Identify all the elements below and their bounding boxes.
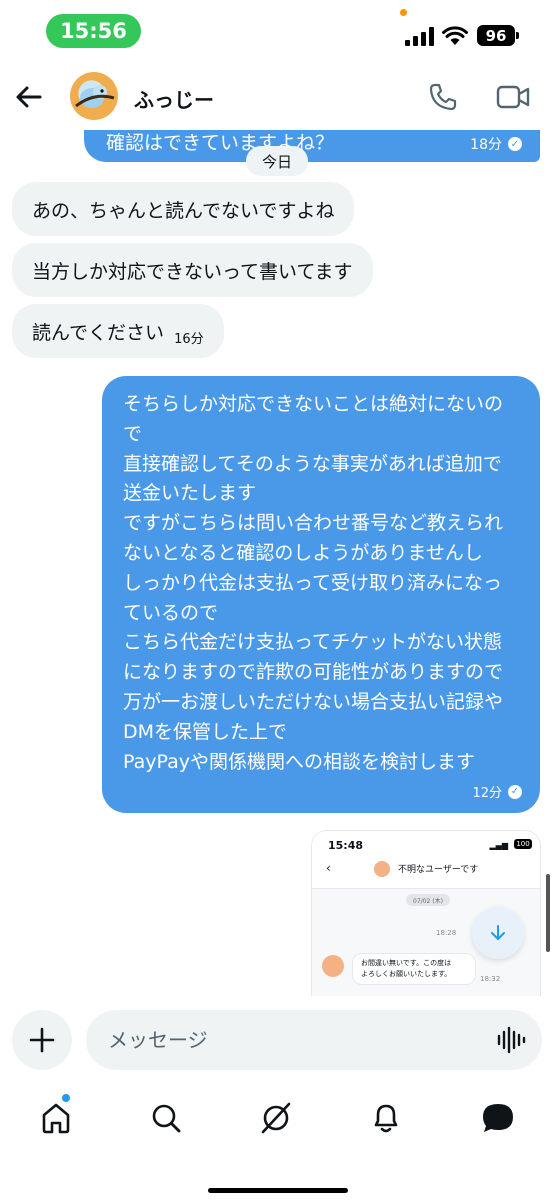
grok-icon xyxy=(261,1102,291,1134)
message-line: ですがこちらは問い合わせ番号など教えられ xyxy=(123,512,504,535)
home-indicator xyxy=(208,1188,348,1193)
scroll-down-icon xyxy=(491,925,505,940)
status-time: 15:56 xyxy=(46,14,141,48)
message-time: 16分 xyxy=(174,331,204,347)
battery-indicator: 96 xyxy=(477,25,519,46)
bottom-tab-bar xyxy=(0,1080,554,1200)
tab-messages[interactable] xyxy=(478,1098,518,1138)
search-icon xyxy=(152,1104,181,1133)
message-line: そちらしか対応できないことは絶対にないの xyxy=(123,393,504,415)
attachment-date-pill: 07/02 (木) xyxy=(406,894,450,906)
image-attachment[interactable]: 15:48 ▂▄▆ 100 ‹ 不明なユーザーです 07/02 (木) 18:2… xyxy=(311,830,541,996)
message-thread[interactable]: 確認はできていますよね？ 18分 ✓ 今日 あの、ちゃんと読んでないですよね 当… xyxy=(0,130,554,996)
attachment-header: 15:48 ▂▄▆ 100 ‹ 不明なユーザーです xyxy=(312,831,540,889)
message-line: で xyxy=(123,422,143,445)
attachment-sent-time: 18:28 xyxy=(436,929,457,937)
tab-search[interactable] xyxy=(146,1098,186,1138)
tab-notifications[interactable] xyxy=(366,1098,406,1138)
back-arrow-icon[interactable] xyxy=(14,82,44,112)
outgoing-message[interactable]: 確認はできていますよね？ 18分 ✓ xyxy=(84,130,540,162)
incoming-message[interactable]: 当方しか対応できないって書いてます xyxy=(12,243,373,297)
message-meta: 18分 ✓ xyxy=(470,134,522,154)
incoming-message[interactable]: 読んでください 16分 xyxy=(12,304,224,358)
contact-name[interactable]: ふっじー xyxy=(134,84,214,113)
message-line: 直接確認してそのような事実があれば追加で xyxy=(123,452,502,475)
signal-icon xyxy=(405,27,435,46)
read-check-icon: ✓ xyxy=(508,137,522,151)
message-line: ないとなると確認のしようがありませんし xyxy=(123,541,483,564)
add-media-button[interactable] xyxy=(12,1010,72,1070)
tab-grok[interactable] xyxy=(256,1098,296,1138)
message-line: DMを保管した上で xyxy=(123,720,288,743)
message-time: 18分 xyxy=(470,137,502,153)
attachment-signal-icon: ▂▄▆ xyxy=(489,841,508,850)
wifi-icon xyxy=(442,26,468,45)
bell-icon xyxy=(374,1104,398,1133)
scrollbar[interactable] xyxy=(546,874,550,952)
attachment-reply-avatar xyxy=(322,955,344,977)
day-divider: 今日 xyxy=(246,146,308,176)
attachment-title: 不明なユーザーです xyxy=(398,865,479,875)
attachment-back-icon: ‹ xyxy=(326,861,331,875)
composer xyxy=(0,996,554,1080)
incoming-message[interactable]: あの、ちゃんと読んでないですよね xyxy=(12,182,355,236)
tab-home[interactable] xyxy=(36,1098,76,1138)
message-text: あの、ちゃんと読んでないですよね xyxy=(32,199,335,222)
message-line: 万が一お渡しいただけない場合支払い記録や xyxy=(123,690,504,713)
message-line: ているので xyxy=(123,601,219,624)
message-line: こちら代金だけ支払ってチケットがない状態 xyxy=(123,631,503,654)
attachment-battery: 100 xyxy=(514,839,532,849)
message-meta: 12分 ✓ xyxy=(472,782,522,801)
attachment-reply-line: よろしくお願いいたします。 xyxy=(361,970,452,978)
attachment-avatar xyxy=(374,861,390,877)
voice-icon[interactable] xyxy=(496,1026,526,1054)
home-icon xyxy=(42,1103,70,1134)
phone-icon[interactable] xyxy=(428,82,458,112)
plus-icon xyxy=(29,1027,55,1053)
privacy-indicator xyxy=(400,9,407,16)
read-check-icon: ✓ xyxy=(508,784,522,799)
status-bar: 15:56 96 xyxy=(0,0,554,64)
avatar[interactable] xyxy=(70,72,118,120)
attachment-reply-time: 18:32 xyxy=(480,975,501,983)
attachment-reply-line: お間違い無いです。この度は xyxy=(361,959,452,967)
message-time: 12分 xyxy=(472,786,502,801)
notification-dot xyxy=(62,1094,70,1102)
outgoing-message-long[interactable]: そちらしか対応できないことは絶対にないの で 直接確認してそのような事実があれば… xyxy=(102,376,540,813)
message-line: PayPayや関係機関への相談を検討します xyxy=(123,750,475,773)
message-text: 当方しか対応できないって書いてます xyxy=(32,260,353,283)
conversation-header: ふっじー xyxy=(0,64,554,130)
message-input[interactable] xyxy=(86,1010,542,1070)
messages-icon xyxy=(483,1104,513,1132)
attachment-reply-bubble: お間違い無いです。この度は よろしくお願いいたします。 xyxy=(352,953,476,985)
message-text: 読んでください xyxy=(32,321,165,344)
video-icon[interactable] xyxy=(496,84,530,110)
message-line: しっかり代金は支払って受け取り済みになっ xyxy=(123,571,503,594)
attachment-status-time: 15:48 xyxy=(328,839,364,852)
scroll-down-button[interactable] xyxy=(472,907,524,959)
message-line: になりますので詐欺の可能性がありますので xyxy=(123,661,504,684)
message-line: 送金いたします xyxy=(123,482,257,505)
